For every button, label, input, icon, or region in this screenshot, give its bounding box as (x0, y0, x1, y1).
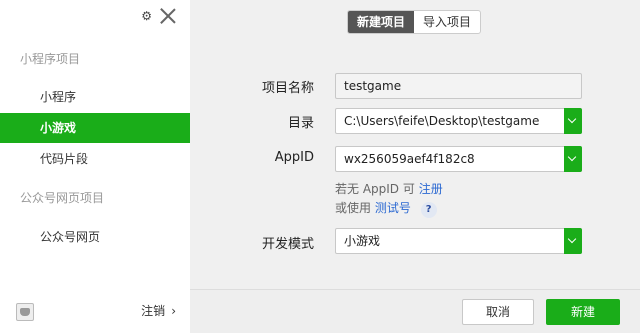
chevron-down-icon[interactable] (564, 146, 582, 172)
section-miniprogram: 小程序项目 (20, 52, 81, 66)
section-official-account: 公众号网页项目 (20, 191, 105, 205)
appid-hint-test: 或使用 测试号 ? (335, 199, 437, 218)
gear-icon[interactable]: ⚙ (141, 10, 152, 22)
directory-value: C:\Users\feife\Desktop\testgame (344, 114, 540, 128)
sidebar-item-minigame[interactable]: 小游戏 (0, 113, 190, 143)
register-link[interactable]: 注册 (419, 182, 443, 196)
tab-new-project[interactable]: 新建项目 (348, 11, 415, 33)
sidebar-item-official-web[interactable]: 公众号网页 (0, 222, 190, 252)
directory-label: 目录 (287, 116, 314, 131)
dev-mode-select[interactable]: 小游戏 (335, 228, 582, 254)
appid-hint-register: 若无 AppID 可 注册 (335, 180, 443, 197)
sidebar: ⚙ 小程序项目 小程序 小游戏 代码片段 公众号网页项目 公众号网页 注销 › (0, 0, 190, 333)
hint-test-text: 或使用 (335, 201, 372, 215)
avatar[interactable] (16, 303, 34, 321)
hint-register-text: 若无 AppID 可 (335, 182, 415, 196)
project-name-label: 项目名称 (261, 81, 314, 96)
footer-bar: 取消 新建 (190, 289, 640, 333)
tab-import-project[interactable]: 导入项目 (414, 11, 480, 33)
logout-button[interactable]: 注销 › (141, 302, 176, 319)
tab-bar: 新建项目 导入项目 (347, 10, 482, 34)
test-account-link[interactable]: 测试号 (375, 201, 411, 215)
sidebar-item-code-snippet[interactable]: 代码片段 (0, 144, 190, 174)
main-panel: 新建项目 导入项目 项目名称 testgame 目录 C:\Users\feif… (190, 0, 640, 333)
sidebar-tools: ⚙ (141, 8, 176, 24)
chevron-down-icon[interactable] (564, 228, 582, 254)
dev-mode-value: 小游戏 (344, 234, 381, 248)
appid-select[interactable]: wx256059aef4f182c8 (335, 146, 582, 172)
project-name-value: testgame (344, 79, 402, 93)
logout-label: 注销 (141, 304, 166, 318)
create-button[interactable]: 新建 (546, 299, 620, 325)
close-icon[interactable] (160, 8, 176, 24)
directory-select[interactable]: C:\Users\feife\Desktop\testgame (335, 108, 582, 134)
appid-value: wx256059aef4f182c8 (344, 152, 475, 166)
chevron-right-icon: › (171, 303, 176, 318)
help-icon[interactable]: ? (420, 202, 437, 218)
sidebar-item-miniprogram[interactable]: 小程序 (0, 82, 190, 112)
chevron-down-icon[interactable] (564, 108, 582, 134)
dev-mode-label: 开发模式 (261, 237, 314, 252)
cancel-button[interactable]: 取消 (462, 299, 534, 325)
project-name-input[interactable]: testgame (335, 73, 582, 99)
appid-label: AppID (274, 150, 314, 165)
